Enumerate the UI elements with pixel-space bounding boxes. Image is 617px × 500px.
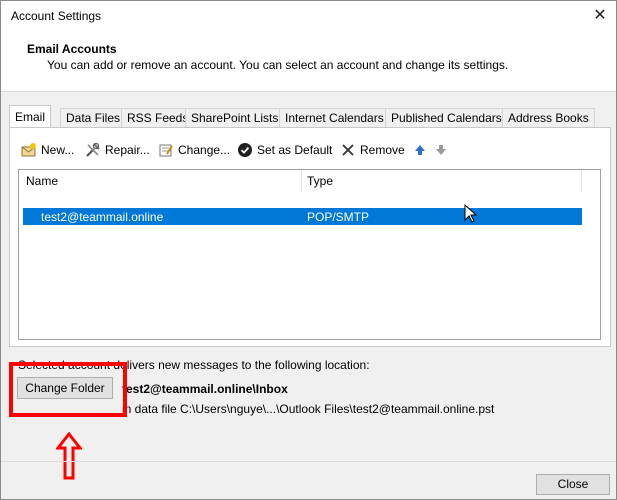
close-button[interactable]: Close <box>536 474 610 495</box>
new-account-button[interactable]: New... <box>21 142 74 158</box>
column-divider[interactable] <box>301 170 302 192</box>
annotation-arrow-icon <box>54 431 84 483</box>
account-name-cell: test2@teammail.online <box>41 210 164 224</box>
column-header-name[interactable]: Name <box>26 174 58 188</box>
change-button[interactable]: Change... <box>158 142 230 158</box>
remove-label: Remove <box>360 143 405 157</box>
remove-button[interactable]: Remove <box>340 142 405 158</box>
move-down-button[interactable] <box>433 142 449 158</box>
change-label: Change... <box>178 143 231 157</box>
data-file-path: in data file C:\Users\nguye\...\Outlook … <box>122 402 495 416</box>
mouse-cursor-icon <box>464 203 478 227</box>
tab-data-files[interactable]: Data Files <box>60 108 127 127</box>
footer-divider <box>1 461 616 462</box>
new-label: New... <box>41 143 75 157</box>
accounts-list[interactable]: Name Type <box>18 169 601 340</box>
checkmark-icon <box>237 142 253 158</box>
move-down-icon <box>433 142 449 158</box>
dialog-header: Email Accounts You can add or remove an … <box>1 33 616 92</box>
repair-button[interactable]: Repair... <box>85 142 150 158</box>
tab-sharepoint-lists[interactable]: SharePoint Lists <box>185 108 285 127</box>
set-default-button[interactable]: Set as Default <box>237 142 332 158</box>
repair-label: Repair... <box>105 143 150 157</box>
move-up-icon <box>412 142 428 158</box>
tab-rss-feeds[interactable]: RSS Feeds <box>121 108 195 127</box>
window-title: Account Settings <box>11 9 102 23</box>
tab-internet-calendars[interactable]: Internet Calendars <box>279 108 390 127</box>
close-window-icon[interactable]: ✕ <box>586 3 614 29</box>
tab-address-books[interactable]: Address Books <box>502 108 595 127</box>
table-row[interactable]: test2@teammail.online POP/SMTP <box>23 208 582 225</box>
new-mail-icon <box>21 142 37 158</box>
move-up-button[interactable] <box>412 142 428 158</box>
column-header-type[interactable]: Type <box>307 174 333 188</box>
change-icon <box>158 142 174 158</box>
repair-tools-icon <box>85 142 101 158</box>
set-default-label: Set as Default <box>257 143 333 157</box>
title-bar: Account Settings ✕ <box>1 1 616 33</box>
tab-email[interactable]: Email <box>9 105 52 128</box>
remove-x-icon <box>340 142 356 158</box>
annotation-highlight-box <box>9 362 127 417</box>
header-title: Email Accounts <box>27 42 117 56</box>
account-settings-dialog: Account Settings ✕ Email Accounts You ca… <box>0 0 617 500</box>
tab-published-calendars[interactable]: Published Calendars <box>385 108 508 127</box>
column-divider[interactable] <box>581 170 582 192</box>
account-type-cell: POP/SMTP <box>307 210 370 224</box>
header-description: You can add or remove an account. You ca… <box>47 58 509 72</box>
delivery-folder: test2@teammail.online\Inbox <box>122 382 288 396</box>
